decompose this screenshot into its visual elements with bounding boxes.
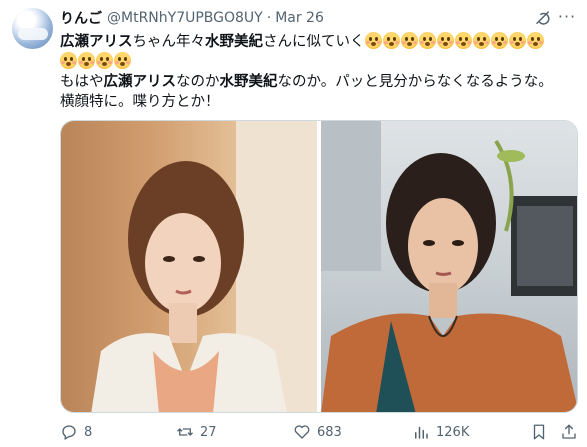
share-button[interactable] — [560, 422, 584, 442]
bookmark-button[interactable] — [530, 422, 554, 442]
avatar-cloud — [18, 28, 48, 40]
flushed-face-emoji — [490, 32, 508, 49]
woman-portrait-right — [321, 121, 577, 412]
flushed-face-emoji — [382, 32, 400, 49]
avatar[interactable] — [12, 8, 53, 49]
photo-left[interactable] — [61, 121, 317, 412]
retweet-icon — [177, 428, 193, 436]
author-name[interactable]: りんご — [60, 8, 102, 28]
flushed-face-emoji — [508, 32, 526, 49]
text-fragment: なのか。パッと見分からなくなるような。 — [277, 74, 553, 90]
reply-count: 8 — [84, 424, 93, 440]
name-mention-mizuno: 水野美紀 — [219, 74, 278, 90]
name-mention-mizuno: 水野美紀 — [205, 34, 263, 50]
flushed-face-emoji — [400, 32, 418, 49]
heart-icon — [294, 425, 310, 439]
emoji-row — [364, 32, 545, 50]
tweet-text: 広瀬アリスちゃん年々水野美紀さんに似ていく もはや広瀬アリスなのか水野美紀なのか… — [60, 32, 580, 112]
post-date[interactable]: Mar 26 — [275, 10, 324, 26]
tweet-text-line-4: 横顔特に。喋り方とか！ — [60, 94, 220, 110]
header-separator: · — [266, 10, 272, 26]
tweet-header: りんご @MtRNhY7UPBGO8UY · Mar 26 — [60, 8, 324, 28]
photo-right[interactable] — [321, 121, 577, 412]
views-button[interactable]: 126K — [412, 422, 469, 442]
views-chart-icon — [415, 426, 428, 439]
tweet-text-line-3: もはや広瀬アリスなのか水野美紀なのか。パッと見分からなくなるような。 — [60, 72, 580, 92]
flushed-face-emoji — [472, 32, 490, 49]
flushed-face-emoji — [436, 32, 454, 49]
flushed-face-emoji — [526, 32, 544, 49]
flushed-face-emoji — [96, 52, 113, 69]
flushed-face-emoji — [454, 32, 472, 49]
flushed-face-emoji — [114, 52, 131, 69]
grok-icon[interactable] — [534, 9, 552, 27]
tweet-text-line-2 — [60, 52, 580, 72]
reply-button[interactable]: 8 — [60, 422, 92, 442]
like-count: 683 — [317, 424, 342, 440]
bookmark-icon — [533, 424, 545, 440]
share-icon — [562, 424, 576, 439]
text-fragment: さんに似ていく — [263, 34, 365, 50]
reply-icon — [62, 425, 76, 440]
flushed-face-emoji — [418, 32, 436, 49]
flushed-face-emoji — [78, 52, 95, 69]
flushed-face-emoji — [60, 52, 77, 69]
text-fragment: なのか — [176, 74, 220, 90]
author-handle[interactable]: @MtRNhY7UPBGO8UY — [107, 10, 263, 26]
woman-portrait-left — [61, 121, 317, 412]
media-grid — [60, 120, 578, 413]
tweet-text-line-1: 広瀬アリスちゃん年々水野美紀さんに似ていく — [60, 32, 580, 52]
retweet-button[interactable]: 27 — [176, 422, 217, 442]
action-bar: 8 27 683 126K — [60, 422, 580, 442]
retweet-count: 27 — [200, 424, 217, 440]
name-mention-hirose: 広瀬アリス — [60, 34, 133, 50]
flushed-face-emoji — [364, 32, 382, 49]
text-fragment: ちゃん年々 — [132, 34, 206, 50]
text-fragment: もはや — [60, 74, 104, 90]
name-mention-hirose: 広瀬アリス — [103, 74, 177, 90]
like-button[interactable]: 683 — [293, 422, 342, 442]
view-count: 126K — [436, 424, 470, 440]
more-options-icon[interactable]: ··· — [557, 8, 577, 28]
